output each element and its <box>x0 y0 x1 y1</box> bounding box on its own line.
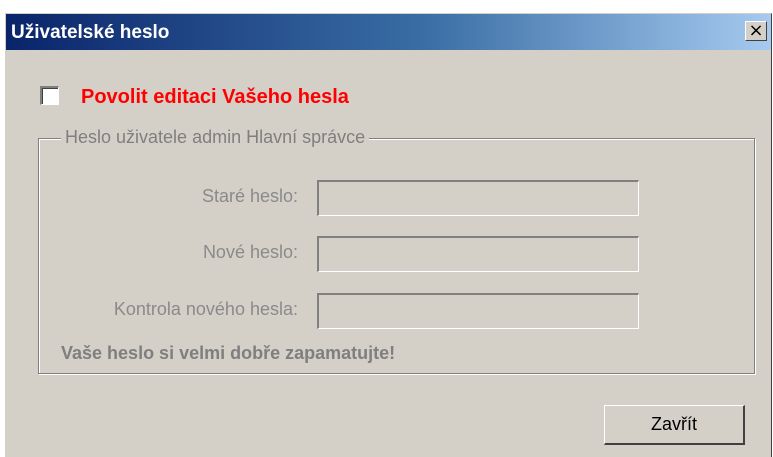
new-password-field[interactable] <box>317 236 639 272</box>
new-password-label: Nové heslo: <box>202 242 298 262</box>
password-groupbox: Heslo uživatele admin Hlavní správce Sta… <box>38 127 755 374</box>
enable-edit-label[interactable]: Povolit editaci Vašeho hesla <box>81 86 349 109</box>
confirm-password-label: Kontrola nového hesla: <box>113 299 298 319</box>
close-icon[interactable]: × <box>745 21 767 41</box>
password-warning: Vaše heslo si velmi dobře zapamatujte! <box>61 343 396 363</box>
window-title: Uživatelské heslo <box>11 22 170 43</box>
old-password-label: Staré heslo: <box>201 186 298 206</box>
title-bar[interactable]: Uživatelské heslo × <box>6 14 771 50</box>
close-button[interactable]: Zavřít <box>604 405 745 445</box>
groupbox-legend: Heslo uživatele admin Hlavní správce <box>61 127 370 148</box>
confirm-password-field[interactable] <box>317 293 639 329</box>
old-password-field[interactable] <box>317 180 639 216</box>
password-dialog: Uživatelské heslo × Povolit editaci Vaše… <box>5 13 772 457</box>
enable-edit-checkbox[interactable] <box>40 86 59 105</box>
